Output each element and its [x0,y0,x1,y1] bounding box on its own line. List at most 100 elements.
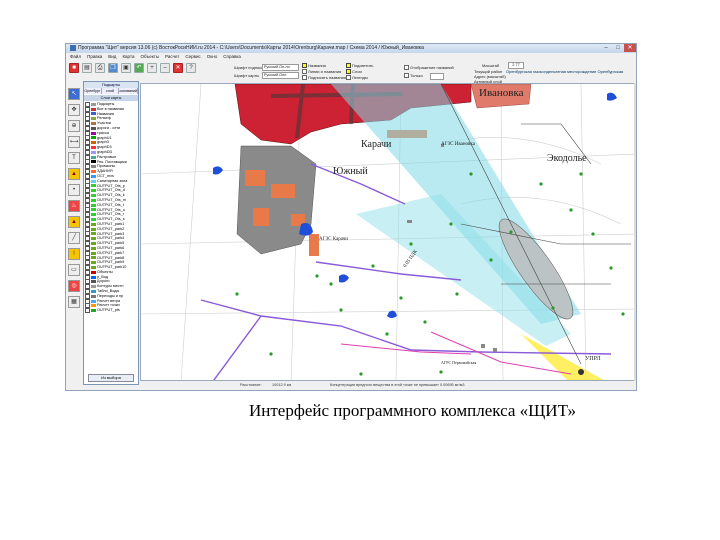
layer-swatch [91,112,96,116]
layer-swatch [91,146,96,150]
target-icon[interactable]: ◎ [68,280,80,292]
layer-swatch [91,194,96,198]
tab-bases[interactable]: оснований [119,88,138,94]
menu-help[interactable]: Справка [223,53,241,61]
layer-swatch [91,265,96,269]
app-icon [70,44,76,51]
close-icon[interactable]: ✕ [173,63,183,73]
status-distance-label: Расстояние: [240,383,262,387]
measure-icon[interactable]: ⟷ [68,136,80,148]
layer-swatch [91,208,96,212]
label-agzs-ivanovka: АГЗС Ивановка [441,142,475,147]
minimize-button[interactable]: – [600,44,612,52]
vertical-scrollbar[interactable] [634,83,636,381]
area-icon[interactable]: ▭ [68,264,80,276]
zoom-out-icon[interactable]: – [160,63,170,73]
window-title: Программа "Щит" версия 13.06 (c) ВостокР… [78,45,424,51]
map-view[interactable]: Ивановка Карачи Южный Экодолье АГЗС Иван… [140,83,636,381]
layer-swatch [91,155,96,159]
menu-objects[interactable]: Объекты [140,53,159,61]
menu-map[interactable]: Карта [122,53,134,61]
layer-swatch [91,218,96,222]
check-layers[interactable]: Слои [346,69,362,75]
paste-icon[interactable]: ▣ [121,63,131,73]
layer-swatch [91,117,96,121]
map-font-label: Шрифт карты [234,73,260,78]
layer-swatch [91,280,96,284]
check-highlight[interactable]: Подсветить [346,63,374,69]
zoom-icon[interactable]: ⊕ [68,120,80,132]
layer-swatch [91,131,96,135]
menu-file[interactable]: Файл [70,53,81,61]
layer-swatch [91,299,96,303]
pan-icon[interactable]: ✥ [68,104,80,116]
alert-icon[interactable]: ! [68,248,80,260]
layer-list: Подкарты Все в названия Названия Рельеф Учас… [84,102,138,314]
warning-icon[interactable]: ▲ [68,168,80,180]
menu-service[interactable]: Сервис [185,53,200,61]
layer-checkbox[interactable] [85,308,90,314]
line-icon[interactable]: ╱ [68,232,80,244]
status-concentration: Концентрация вредного вещества в этой то… [330,383,465,387]
layer-swatch [91,261,96,265]
undo-icon[interactable]: ↶ [134,63,144,73]
fire-icon[interactable]: ♨ [68,200,80,212]
label-agzs-karachi: АГЗС Карачи [319,237,348,242]
layer-swatch [91,189,96,193]
only-field[interactable] [430,73,444,80]
save-icon[interactable]: ■ [69,63,79,73]
layer-swatch [91,141,96,145]
pointer-icon[interactable]: ↖ [68,88,80,100]
scale-field[interactable]: 2.77 [508,62,524,69]
layer-swatch [91,122,96,126]
close-button[interactable]: ✕ [624,44,636,52]
menu-edit[interactable]: Правка [87,53,102,61]
map-font-select[interactable]: Русский Опл [262,72,299,79]
app-window: Программа "Щит" версия 13.06 (c) ВостокР… [65,43,637,391]
ribbon-panel: Шрифт подписей Русский Оп-ло Шрифт карты… [226,61,636,84]
layer-swatch [91,289,96,293]
label-ekodolye: Экодолье [547,153,587,164]
menu-window[interactable]: Окно [207,53,217,61]
layer-swatch [91,184,96,188]
layer-label: OUTPUT_pts [97,308,120,313]
layer-swatch [91,203,96,207]
font-label: Шрифт подписей [234,65,266,70]
check-names[interactable]: Названия [302,63,326,69]
font-select[interactable]: Русский Оп-ло [262,64,299,71]
panel-tabs: Оренбург слой оснований [84,88,138,94]
label-uprl: УПРЛ [585,356,601,362]
layer-swatch [91,275,96,279]
check-legends[interactable]: Легенды [346,75,368,81]
layer-swatch [91,227,96,231]
title-bar: Программа "Щит" версия 13.06 (c) ВостокР… [66,44,636,53]
print-icon[interactable]: ⎙ [95,63,105,73]
copy-icon[interactable]: ❐ [108,63,118,73]
check-only[interactable]: Только [404,73,423,79]
maximize-button[interactable]: □ [612,44,624,52]
layer-swatch [91,198,96,202]
status-bar: Расстояние: 10012.9 км Концентрация вред… [140,381,634,389]
check-lines-names[interactable]: Линии и названия [302,69,341,75]
hazard-icon[interactable]: ▲ [68,216,80,228]
open-icon[interactable]: ▤ [82,63,92,73]
scale-label: Масштаб [482,63,500,68]
help-icon[interactable]: ? [186,63,196,73]
text-icon[interactable]: T [68,152,80,164]
menu-calc[interactable]: Расчет [165,53,179,61]
tab-layer[interactable]: слой [101,88,120,94]
grid-icon[interactable]: ▦ [68,296,80,308]
zoom-in-icon[interactable]: + [147,63,157,73]
menu-view[interactable]: Вид [108,53,116,61]
from-selection-button[interactable]: Из выбора [88,374,134,382]
menu-bar: Файл Правка Вид Карта Объекты Расчет Сер… [66,53,636,61]
point-icon[interactable]: • [68,184,80,196]
layer-row[interactable]: OUTPUT_pts [84,308,138,314]
tab-orenburg[interactable]: Оренбург [84,88,102,94]
check-display-names[interactable]: Отображение названий [404,65,454,71]
check-sign-names[interactable]: Подписать названия [302,75,346,81]
layer-swatch [91,174,96,178]
layer-swatch [91,222,96,226]
layer-swatch [91,126,96,130]
figure-caption: Интерфейс программного комплекса «ЩИТ» [248,401,577,420]
